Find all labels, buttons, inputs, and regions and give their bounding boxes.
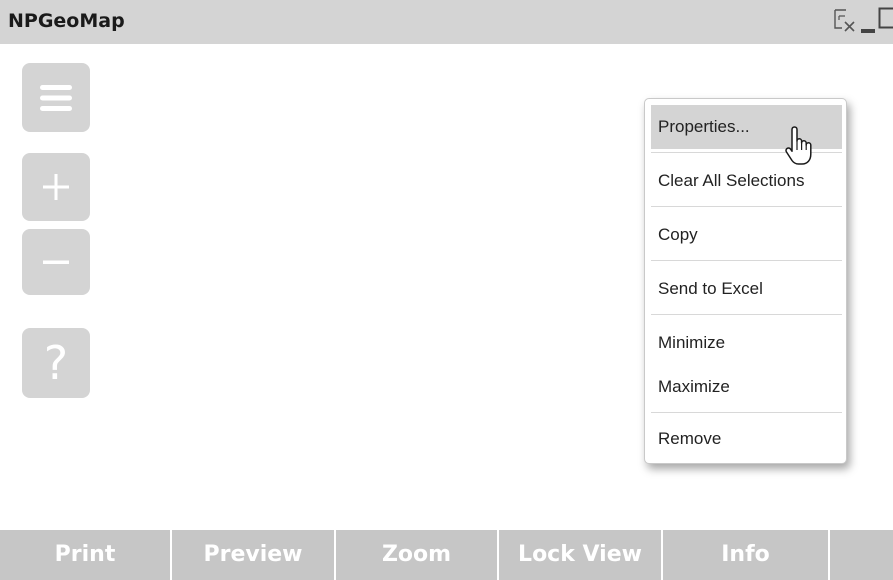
title-bar: NPGeoMap (0, 0, 893, 44)
hand-pointer-cursor-icon (785, 126, 812, 165)
bottom-toolbar: Print Preview Zoom Lock View Info (0, 530, 893, 580)
print-button[interactable]: Print (0, 530, 170, 580)
info-button[interactable]: Info (663, 530, 828, 580)
hamburger-menu-icon (40, 84, 72, 111)
menu-separator (651, 412, 842, 413)
menu-item-copy[interactable]: Copy (651, 213, 842, 257)
plus-icon (43, 174, 69, 200)
minimize-icon[interactable] (860, 10, 876, 36)
menu-item-send-to-excel[interactable]: Send to Excel (651, 267, 842, 311)
lock-view-button[interactable]: Lock View (499, 530, 661, 580)
preview-button[interactable]: Preview (172, 530, 334, 580)
map-menu-button[interactable] (22, 63, 90, 132)
window-title: NPGeoMap (8, 10, 125, 32)
maximize-icon[interactable] (878, 6, 893, 38)
zoom-in-button[interactable] (22, 153, 90, 221)
menu-separator (651, 314, 842, 315)
clear-selections-icon[interactable] (833, 6, 859, 34)
toolbar-extra-button[interactable] (830, 530, 893, 580)
menu-separator (651, 206, 842, 207)
zoom-button[interactable]: Zoom (336, 530, 497, 580)
menu-separator (651, 260, 842, 261)
minus-icon (43, 260, 69, 264)
menu-item-minimize[interactable]: Minimize (651, 321, 842, 365)
zoom-out-button[interactable] (22, 229, 90, 295)
menu-item-remove[interactable]: Remove (651, 417, 842, 461)
help-icon: ? (43, 336, 69, 390)
help-button[interactable]: ? (22, 328, 90, 398)
menu-item-maximize[interactable]: Maximize (651, 365, 842, 409)
